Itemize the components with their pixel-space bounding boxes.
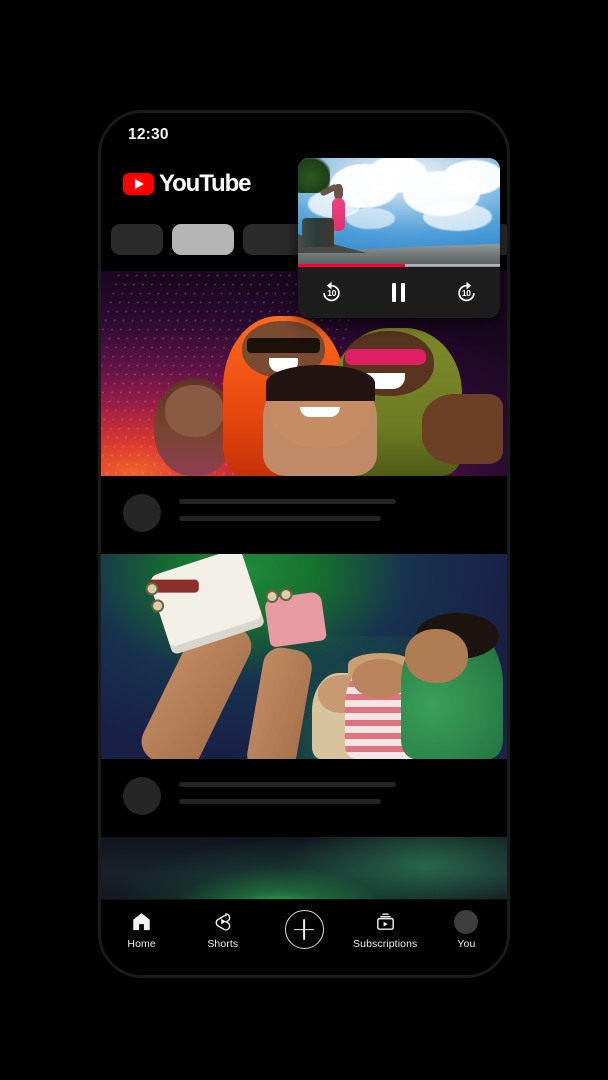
pause-icon[interactable] <box>384 278 414 308</box>
subscriptions-icon <box>373 909 398 934</box>
channel-avatar-skeleton <box>123 494 161 532</box>
nav-item-home[interactable]: Home <box>101 909 182 950</box>
pip-controls-bar[interactable]: 10 10 <box>298 267 500 318</box>
youtube-play-mark-icon <box>123 173 154 195</box>
video-feed[interactable] <box>101 271 507 975</box>
skate-wheel-icon <box>149 597 166 615</box>
pause-bar-left <box>392 283 397 302</box>
nav-item-shorts[interactable]: Shorts <box>182 909 263 950</box>
face-shape <box>165 385 224 437</box>
nav-item-create[interactable] <box>263 909 344 953</box>
sunglasses-shape <box>247 338 321 353</box>
subtitle-skeleton-line <box>179 516 381 521</box>
nav-item-subscriptions[interactable]: Subscriptions <box>345 909 426 950</box>
pink-sunglasses-shape <box>345 349 426 366</box>
forward-10-icon[interactable]: 10 <box>451 278 481 308</box>
youtube-wordmark: YouTube <box>159 170 252 197</box>
play-triangle-icon <box>135 179 144 189</box>
video-thumbnail[interactable] <box>101 554 507 759</box>
pause-bar-right <box>401 283 406 302</box>
filter-chip-1[interactable] <box>111 223 163 255</box>
skate-wheel-icon <box>265 589 280 604</box>
picture-in-picture-player[interactable]: 10 10 <box>298 158 500 318</box>
face-shape <box>405 629 469 684</box>
smile-shape <box>300 406 341 417</box>
avatar <box>454 909 479 934</box>
forward-seconds-label: 10 <box>461 287 471 298</box>
pip-video-surface[interactable] <box>298 158 500 266</box>
thumbnail-person-front <box>263 365 378 476</box>
video-card[interactable] <box>101 554 507 837</box>
title-skeleton-group <box>179 494 485 521</box>
bottom-navigation-bar[interactable]: Home Shorts Subscriptions You <box>101 899 507 975</box>
roller-skate-shape <box>264 587 328 648</box>
status-bar: 12:30 <box>101 113 507 157</box>
close-icon[interactable] <box>467 167 491 191</box>
nav-label-home: Home <box>127 938 156 950</box>
filter-chip-2-selected[interactable] <box>172 223 234 255</box>
skate-wheel-icon <box>279 587 294 602</box>
title-skeleton-group <box>179 777 485 804</box>
hair-shape <box>265 365 375 402</box>
cloud-shape <box>423 203 492 232</box>
video-meta-row <box>101 759 507 837</box>
nav-label-you: You <box>457 938 476 950</box>
pause-bars <box>392 283 406 302</box>
nav-label-subscriptions: Subscriptions <box>353 938 418 950</box>
account-avatar-icon <box>454 909 479 934</box>
title-skeleton-line <box>179 782 397 787</box>
replay-seconds-label: 10 <box>327 287 337 298</box>
channel-avatar-skeleton <box>123 777 161 815</box>
screenshot-root: 12:30 YouTube Home Shorts Subscriptions … <box>0 0 608 1080</box>
home-icon <box>129 909 154 934</box>
raised-arm-shape <box>421 394 503 464</box>
status-bar-time: 12:30 <box>128 126 169 143</box>
crowd-shape <box>302 218 335 247</box>
cloud-shape <box>346 207 395 230</box>
subtitle-skeleton-line <box>179 799 381 804</box>
nav-item-you[interactable]: You <box>426 909 507 950</box>
nav-label-shorts: Shorts <box>207 938 239 950</box>
shorts-icon <box>210 909 235 934</box>
youtube-logo-icon[interactable]: YouTube <box>123 170 252 197</box>
title-skeleton-line <box>179 499 397 504</box>
video-meta-row <box>101 476 507 554</box>
thumbnail-person <box>401 612 503 759</box>
replay-10-icon[interactable]: 10 <box>317 278 347 308</box>
create-plus-icon[interactable] <box>284 910 324 949</box>
